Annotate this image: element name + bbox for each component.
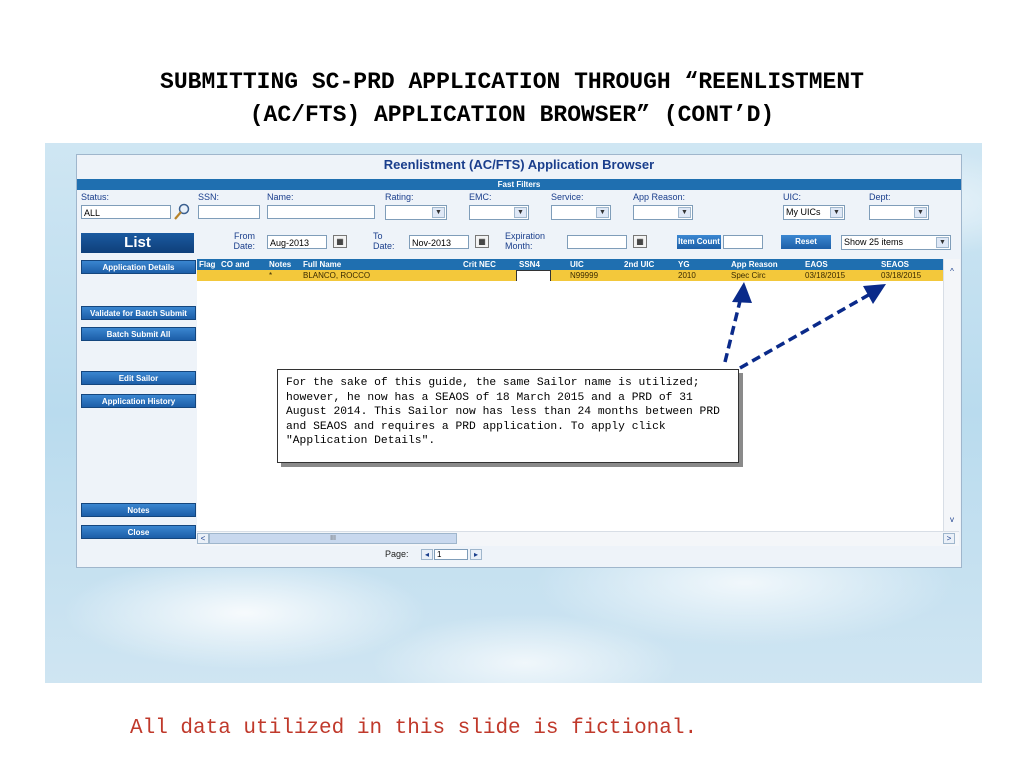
notes-button[interactable]: Notes bbox=[81, 503, 196, 517]
chevron-down-icon: ▼ bbox=[514, 207, 527, 218]
table-row[interactable]: * BLANCO, ROCCO N99999 2010 Spec Circ 03… bbox=[197, 270, 943, 282]
item-count-field bbox=[723, 235, 763, 249]
chevron-down-icon: ▼ bbox=[830, 207, 843, 218]
close-button[interactable]: Close bbox=[81, 525, 196, 539]
reset-button[interactable]: Reset bbox=[781, 235, 831, 249]
list-tab[interactable]: List bbox=[81, 233, 194, 253]
search-icon[interactable] bbox=[173, 203, 191, 221]
explanation-callout: For the sake of this guide, the same Sai… bbox=[277, 369, 739, 463]
cell-notes: * bbox=[269, 271, 273, 280]
cell-yg: 2010 bbox=[678, 271, 696, 280]
col-2nd-uic[interactable]: 2nd UIC bbox=[624, 259, 654, 270]
window-title: Reenlistment (AC/FTS) Application Browse… bbox=[383, 157, 655, 172]
col-full-name[interactable]: Full Name bbox=[303, 259, 341, 270]
page-label: Page: bbox=[385, 549, 409, 559]
rating-select[interactable]: ▼ bbox=[385, 205, 447, 220]
from-date-input[interactable]: Aug-2013 bbox=[267, 235, 327, 249]
to-date-input[interactable]: Nov-2013 bbox=[409, 235, 469, 249]
app-reason-label: App Reason: bbox=[633, 192, 686, 202]
scroll-down-icon[interactable]: v bbox=[946, 515, 958, 526]
batch-submit-all-button[interactable]: Batch Submit All bbox=[81, 327, 196, 341]
page-input[interactable]: 1 bbox=[434, 549, 468, 560]
edit-sailor-button[interactable]: Edit Sailor bbox=[81, 371, 196, 385]
status-input[interactable]: ALL bbox=[81, 205, 171, 219]
cell-app-reason: Spec Circ bbox=[731, 271, 766, 280]
page-size-value: Show 25 items bbox=[844, 237, 904, 247]
vertical-scrollbar[interactable]: ^ v bbox=[943, 259, 960, 531]
fast-filters-bar: Fast Filters bbox=[77, 179, 961, 190]
next-page-icon[interactable]: ▸ bbox=[470, 549, 482, 560]
col-ssn4[interactable]: SSN4 bbox=[519, 259, 540, 270]
chevron-down-icon: ▼ bbox=[914, 207, 927, 218]
exp-label-line-2: Month: bbox=[505, 241, 533, 251]
expiration-month-input[interactable] bbox=[567, 235, 627, 249]
slide-title-line-1: SUBMITTING SC-PRD APPLICATION THROUGH “R… bbox=[160, 69, 864, 95]
to-date-label: To Date: bbox=[373, 231, 395, 251]
from-date-label: From Date: bbox=[215, 231, 255, 251]
col-eaos[interactable]: EAOS bbox=[805, 259, 828, 270]
application-browser-window: Reenlistment (AC/FTS) Application Browse… bbox=[76, 154, 962, 568]
name-label: Name: bbox=[267, 192, 294, 202]
col-crit-nec[interactable]: Crit NEC bbox=[463, 259, 496, 270]
uic-select-value: My UICs bbox=[786, 207, 821, 217]
scroll-right-icon[interactable]: > bbox=[943, 533, 955, 544]
col-app-reason[interactable]: App Reason bbox=[731, 259, 778, 270]
slide-title: SUBMITTING SC-PRD APPLICATION THROUGH “R… bbox=[0, 66, 1024, 132]
cell-eaos: 03/18/2015 bbox=[805, 271, 846, 280]
exp-label-line-1: Expiration bbox=[505, 231, 546, 241]
rating-label: Rating: bbox=[385, 192, 414, 202]
uic-label: UIC: bbox=[783, 192, 801, 202]
calendar-icon[interactable]: ▦ bbox=[475, 235, 489, 248]
cell-full-name: BLANCO, ROCCO bbox=[303, 271, 371, 280]
chevron-down-icon: ▼ bbox=[432, 207, 445, 218]
col-yg[interactable]: YG bbox=[678, 259, 690, 270]
cell-uic: N99999 bbox=[570, 271, 599, 280]
dept-label: Dept: bbox=[869, 192, 891, 202]
application-history-button[interactable]: Application History bbox=[81, 394, 196, 408]
from-label-line-1: From bbox=[234, 231, 255, 241]
col-co-and[interactable]: CO and bbox=[221, 259, 249, 270]
chevron-down-icon: ▼ bbox=[936, 237, 949, 248]
prev-page-icon[interactable]: ◂ bbox=[421, 549, 433, 560]
page-size-select[interactable]: Show 25 items ▼ bbox=[841, 235, 951, 250]
dept-select[interactable]: ▼ bbox=[869, 205, 929, 220]
calendar-icon[interactable]: ▦ bbox=[633, 235, 647, 248]
scroll-left-icon[interactable]: < bbox=[197, 533, 209, 544]
status-label: Status: bbox=[81, 192, 110, 202]
scroll-thumb[interactable]: III bbox=[209, 533, 457, 544]
col-notes[interactable]: Notes bbox=[269, 259, 291, 270]
service-label: Service: bbox=[551, 192, 584, 202]
from-label-line-2: Date: bbox=[233, 241, 255, 251]
name-input[interactable] bbox=[267, 205, 375, 219]
to-label-line-1: To bbox=[373, 231, 383, 241]
emc-label: EMC: bbox=[469, 192, 492, 202]
uic-select[interactable]: My UICs ▼ bbox=[783, 205, 845, 220]
chevron-down-icon: ▼ bbox=[678, 207, 691, 218]
app-reason-select[interactable]: ▼ bbox=[633, 205, 693, 220]
col-uic[interactable]: UIC bbox=[570, 259, 584, 270]
emc-select[interactable]: ▼ bbox=[469, 205, 529, 220]
application-details-button[interactable]: Application Details bbox=[81, 260, 196, 274]
expiration-month-label: Expiration Month: bbox=[505, 231, 545, 251]
fictional-data-note: All data utilized in this slide is ficti… bbox=[130, 717, 698, 740]
slide-title-line-2: (AC/FTS) APPLICATION BROWSER” (CONT’D) bbox=[249, 102, 775, 128]
service-select[interactable]: ▼ bbox=[551, 205, 611, 220]
col-flag[interactable]: Flag bbox=[199, 259, 215, 270]
pager: Page: ◂ 1 ▸ bbox=[197, 547, 959, 563]
scroll-up-icon[interactable]: ^ bbox=[946, 267, 958, 278]
validate-batch-submit-button[interactable]: Validate for Batch Submit bbox=[81, 306, 196, 320]
ssn-input[interactable] bbox=[198, 205, 260, 219]
item-count-button[interactable]: Item Count bbox=[677, 235, 721, 249]
grid-header: Flag CO and Notes Full Name Crit NEC SSN… bbox=[197, 259, 943, 270]
ssn-label: SSN: bbox=[198, 192, 220, 202]
cell-seaos: 03/18/2015 bbox=[881, 271, 922, 280]
to-label-line-2: Date: bbox=[373, 241, 395, 251]
calendar-icon[interactable]: ▦ bbox=[333, 235, 347, 248]
horizontal-scrollbar[interactable]: < III > bbox=[197, 531, 959, 546]
col-seaos[interactable]: SEAOS bbox=[881, 259, 909, 270]
chevron-down-icon: ▼ bbox=[596, 207, 609, 218]
